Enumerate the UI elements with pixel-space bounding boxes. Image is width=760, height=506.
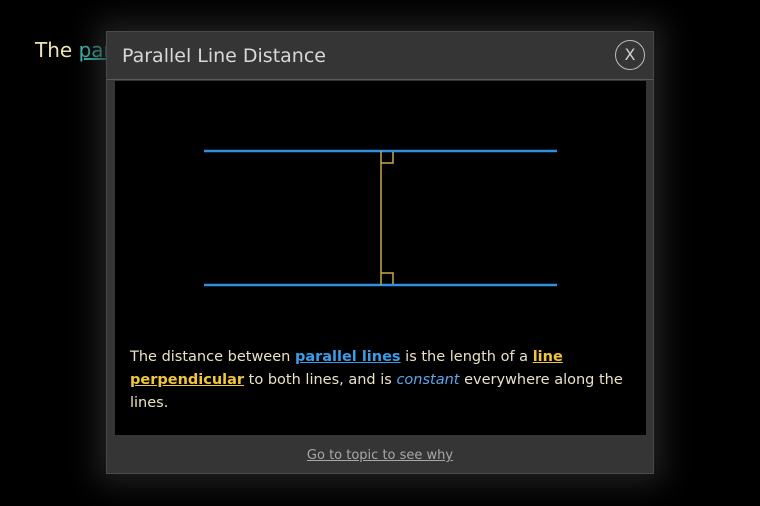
background-sentence: The par (35, 38, 112, 62)
parallel-lines-link[interactable]: parallel lines (295, 349, 401, 365)
content-panel: The distance between parallel lines is t… (115, 81, 646, 435)
background-prefix: The (35, 38, 73, 62)
modal-title: Parallel Line Distance (122, 45, 326, 67)
go-to-topic-link[interactable]: Go to topic to see why (107, 448, 653, 463)
caption-text: The distance between (130, 349, 295, 365)
definition-modal: Parallel Line Distance X The distance be… (106, 31, 654, 474)
definition-caption: The distance between parallel lines is t… (130, 346, 640, 415)
parallel-lines-diagram (204, 149, 557, 287)
page: The par Parallel Line Distance X The dis… (0, 0, 760, 506)
title-divider (107, 79, 653, 80)
top-right-angle-marker (381, 152, 394, 164)
bottom-right-angle-marker (381, 272, 394, 284)
close-button[interactable]: X (615, 40, 645, 70)
caption-text: is the length of a (400, 349, 533, 365)
constant-term: constant (396, 372, 460, 388)
caption-text: to both lines, and is (244, 372, 397, 388)
